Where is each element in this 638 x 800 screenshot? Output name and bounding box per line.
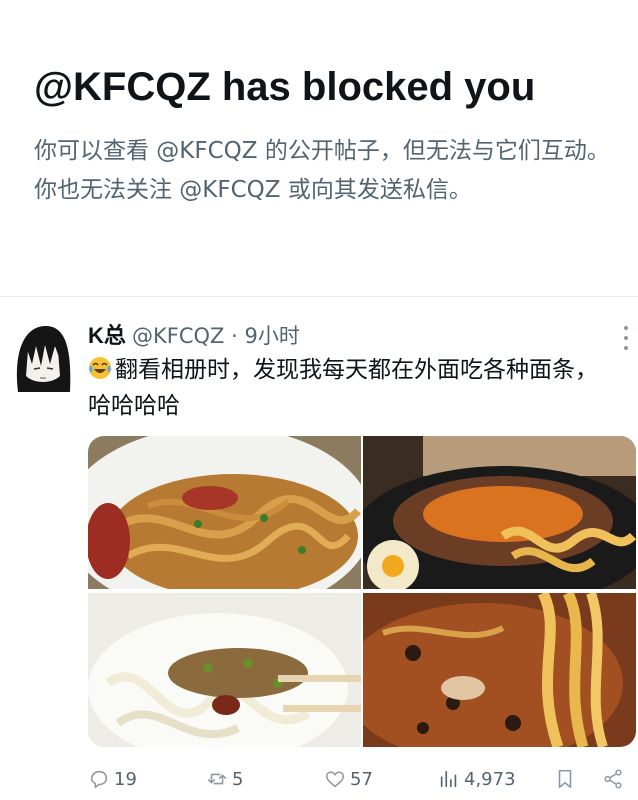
more-options-icon[interactable] [622, 326, 630, 350]
laughing-tears-emoji [89, 357, 111, 379]
tweet-text: 翻看相册时，发现我每天都在外面吃各种面条，哈哈哈哈 [88, 352, 620, 424]
view-count: 4,973 [464, 768, 516, 790]
tweet-actions: 19 5 57 4,973 [88, 764, 634, 794]
share-button[interactable] [602, 764, 628, 794]
like-button[interactable]: 57 [324, 764, 373, 794]
handle[interactable]: @KFCQZ [132, 324, 224, 348]
noodle-photo [88, 436, 361, 589]
blocked-message: 你可以查看 @KFCQZ 的公开帖子，但无法与它们互动。你也无法关注 @KFCQ… [34, 138, 610, 203]
tweet-header: K总 @KFCQZ · 9小时 [88, 322, 300, 350]
like-count: 57 [350, 768, 373, 790]
separator: · [224, 324, 245, 348]
noodle-photo [363, 436, 636, 589]
avatar[interactable] [12, 320, 72, 392]
photo-4[interactable] [363, 593, 636, 747]
photo-2[interactable] [363, 436, 636, 589]
heart-icon [325, 771, 345, 788]
views-button[interactable]: 4,973 [438, 764, 516, 794]
retweet-icon [207, 773, 227, 785]
photo-3[interactable] [88, 593, 361, 747]
timestamp[interactable]: 9小时 [244, 324, 299, 348]
divider [0, 296, 638, 297]
media-grid [88, 436, 636, 747]
display-name[interactable]: K总 [88, 323, 126, 348]
reply-icon [90, 770, 108, 789]
retweet-button[interactable]: 5 [206, 764, 243, 794]
share-icon [604, 769, 622, 789]
noodle-photo [363, 593, 636, 747]
views-icon [440, 770, 457, 788]
blocked-title: @KFCQZ has blocked you [34, 65, 536, 109]
blocked-notice: @KFCQZ has blocked you 你可以查看 @KFCQZ 的公开帖… [34, 60, 614, 210]
bookmark-button[interactable] [554, 764, 580, 794]
noodle-photo [88, 593, 361, 747]
reply-count: 19 [114, 768, 137, 790]
reply-button[interactable]: 19 [88, 764, 137, 794]
retweet-count: 5 [232, 768, 244, 790]
bookmark-icon [558, 769, 572, 789]
photo-1[interactable] [88, 436, 361, 589]
tweet-body: 翻看相册时，发现我每天都在外面吃各种面条，哈哈哈哈 [88, 357, 598, 419]
